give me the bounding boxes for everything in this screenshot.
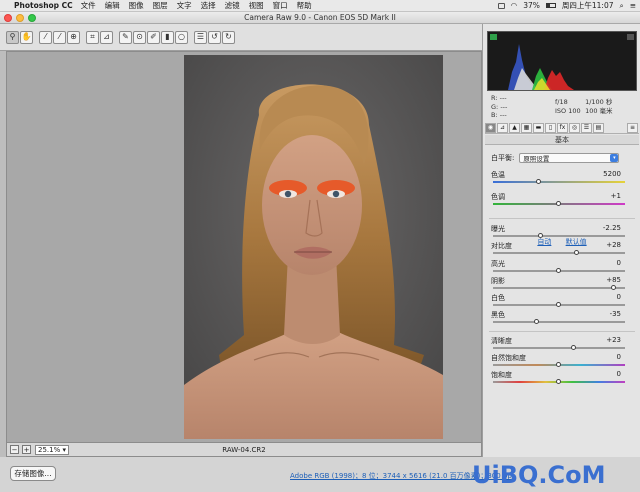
tab-tone-curve-icon[interactable]: ⊿ bbox=[497, 122, 508, 133]
tab-presets-icon[interactable]: ☰ bbox=[581, 122, 592, 133]
panel-menu-icon[interactable]: ≡ bbox=[627, 122, 638, 133]
menu-filter[interactable]: 滤镜 bbox=[225, 0, 240, 11]
battery-percent[interactable]: 37% bbox=[523, 1, 540, 10]
screen-icon[interactable] bbox=[497, 2, 505, 9]
dialog-footer: 存储图像... Adobe RGB (1998)；8 位；3744 x 5616… bbox=[0, 457, 640, 492]
photo-preview bbox=[184, 55, 443, 439]
histogram-graph bbox=[508, 44, 574, 90]
menu-select[interactable]: 选择 bbox=[201, 0, 216, 11]
tab-hsl-icon[interactable]: ▦ bbox=[521, 122, 532, 133]
status-area: ◠ 37% 周四上午11:07 ⌕ ≡ bbox=[497, 0, 640, 11]
shutter: 1/100 秒 bbox=[585, 98, 613, 106]
graduated-filter-tool-icon[interactable]: ▮ bbox=[161, 30, 174, 44]
menu-layer[interactable]: 图层 bbox=[153, 0, 168, 11]
contrast-knob[interactable] bbox=[574, 250, 580, 255]
tab-split-toning-icon[interactable]: ▬ bbox=[533, 122, 544, 133]
menu-window[interactable]: 窗口 bbox=[273, 0, 288, 11]
zoom-tool-icon[interactable]: ⚲ bbox=[6, 30, 19, 44]
slider-tint[interactable]: 色调 +1 bbox=[491, 192, 629, 212]
menu-bar: Photoshop CC 文件 编辑 图像 图层 文字 选择 滤镜 视图 窗口 … bbox=[0, 0, 640, 12]
panel-tabs: ◉ ⊿ ▲ ▦ ▬ ▯ fx ◎ ☰ ▤ ≡ bbox=[485, 122, 639, 134]
menu-list-icon[interactable]: ≡ bbox=[630, 1, 636, 10]
wifi-icon[interactable]: ◠ bbox=[511, 1, 518, 10]
shadows-knob[interactable] bbox=[611, 285, 617, 290]
radial-filter-tool-icon[interactable]: ○ bbox=[175, 30, 188, 44]
white-balance-select[interactable]: 原照设置 ▾ bbox=[519, 153, 620, 163]
white-balance-tool-icon[interactable]: ⁄ bbox=[39, 30, 52, 44]
r-label: R: bbox=[491, 94, 498, 102]
menu-type[interactable]: 文字 bbox=[177, 0, 192, 11]
adjustment-panel: R: --- G: --- B: --- f/18 1/100 秒 ISO 10… bbox=[482, 24, 640, 457]
pixel-readout: R: --- G: --- B: --- f/18 1/100 秒 ISO 10… bbox=[487, 93, 637, 120]
white-balance-value: 原照设置 bbox=[523, 155, 550, 163]
panel-title: 基本 bbox=[485, 135, 639, 145]
iso: ISO 100 bbox=[555, 107, 581, 115]
slider-contrast[interactable]: 对比度 +28 bbox=[491, 241, 629, 261]
vibrance-knob[interactable] bbox=[556, 362, 561, 367]
menu-help[interactable]: 帮助 bbox=[297, 0, 312, 11]
g-label: G: bbox=[491, 102, 499, 111]
window-title-bar: Camera Raw 9.0 - Canon EOS 5D Mark II bbox=[0, 12, 640, 24]
g-value: --- bbox=[500, 102, 508, 111]
watermark-logo: UiBQ.CoM bbox=[472, 461, 606, 489]
portrait-image bbox=[184, 55, 443, 439]
highlights-knob[interactable] bbox=[556, 268, 561, 273]
tab-detail-icon[interactable]: ▲ bbox=[509, 122, 520, 133]
chevron-down-icon: ▾ bbox=[610, 154, 619, 162]
straighten-tool-icon[interactable]: ⊿ bbox=[100, 30, 113, 44]
site-watermark: UiBQ.CoM bbox=[472, 460, 606, 490]
exposure-knob[interactable] bbox=[537, 233, 543, 238]
b-label: B: bbox=[491, 111, 498, 119]
spot-removal-tool-icon[interactable]: ✎ bbox=[119, 30, 132, 44]
preferences-icon[interactable]: ☰ bbox=[194, 30, 207, 44]
white-balance-row: 白平衡: 原照设置 ▾ bbox=[491, 152, 637, 164]
temperature-knob[interactable] bbox=[536, 179, 542, 184]
tab-effects-icon[interactable]: fx bbox=[557, 122, 568, 133]
saturation-knob[interactable] bbox=[556, 379, 561, 384]
app-menu[interactable]: Photoshop CC bbox=[14, 1, 73, 10]
crop-tool-icon[interactable]: ⌗ bbox=[86, 30, 99, 44]
menu-image[interactable]: 图像 bbox=[129, 0, 144, 11]
tab-basic-icon[interactable]: ◉ bbox=[485, 122, 496, 133]
hand-tool-icon[interactable]: ✋ bbox=[20, 30, 33, 44]
blacks-knob[interactable] bbox=[533, 319, 539, 324]
canvas-status-bar: − + 25.1% ▾ RAW-04.CR2 bbox=[6, 443, 482, 457]
b-value: --- bbox=[499, 111, 507, 119]
menu-edit[interactable]: 编辑 bbox=[105, 0, 120, 11]
image-canvas[interactable] bbox=[6, 51, 482, 443]
slider-temperature[interactable]: 色温 5200 bbox=[491, 170, 629, 190]
r-value: --- bbox=[499, 94, 507, 102]
targeted-adjustment-tool-icon[interactable]: ⊕ bbox=[67, 30, 80, 44]
white-balance-label: 白平衡: bbox=[491, 154, 515, 162]
tint-knob[interactable] bbox=[556, 201, 561, 206]
adjustment-brush-tool-icon[interactable]: ✐ bbox=[147, 30, 160, 44]
clock[interactable]: 周四上午11:07 bbox=[562, 0, 614, 11]
whites-knob[interactable] bbox=[556, 302, 561, 307]
window-title: Camera Raw 9.0 - Canon EOS 5D Mark II bbox=[244, 13, 396, 22]
menu-file[interactable]: 文件 bbox=[81, 0, 96, 11]
battery-icon[interactable] bbox=[545, 3, 556, 8]
focal-length: 100 毫米 bbox=[585, 107, 613, 115]
aperture: f/18 bbox=[555, 98, 568, 106]
red-eye-tool-icon[interactable]: ⊙ bbox=[133, 30, 146, 44]
menu-view[interactable]: 视图 bbox=[249, 0, 264, 11]
clarity-knob[interactable] bbox=[570, 345, 576, 350]
tab-camera-calibration-icon[interactable]: ◎ bbox=[569, 122, 580, 133]
color-sampler-tool-icon[interactable]: ⁄ bbox=[53, 30, 66, 44]
tab-lens-icon[interactable]: ▯ bbox=[545, 122, 556, 133]
save-image-button[interactable]: 存储图像... bbox=[10, 466, 56, 481]
histogram bbox=[487, 31, 637, 91]
search-icon[interactable]: ⌕ bbox=[620, 1, 624, 11]
rotate-ccw-icon[interactable]: ↺ bbox=[208, 30, 221, 44]
file-name: RAW-04.CR2 bbox=[222, 445, 266, 454]
slider-saturation[interactable]: 饱和度 0 bbox=[491, 370, 629, 390]
slider-blacks[interactable]: 黑色 -35 bbox=[491, 310, 629, 330]
tab-snapshots-icon[interactable]: ▤ bbox=[593, 122, 604, 133]
rotate-cw-icon[interactable]: ↻ bbox=[222, 30, 235, 44]
